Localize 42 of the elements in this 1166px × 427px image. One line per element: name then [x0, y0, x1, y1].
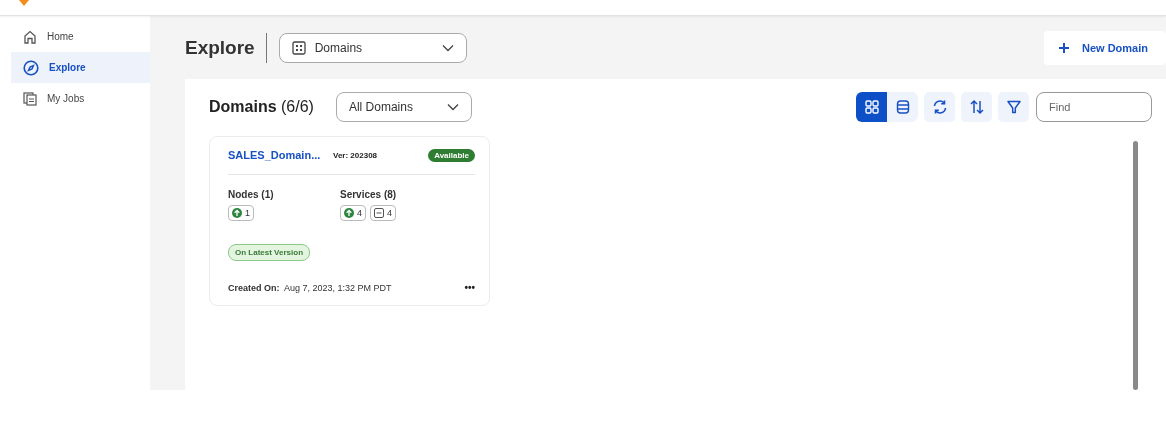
documents-icon [23, 91, 37, 106]
version-label: Ver: 202308 [333, 150, 379, 160]
status-badge: Available [428, 148, 475, 162]
scrollbar[interactable] [1133, 141, 1138, 390]
plus-icon [1059, 43, 1069, 53]
new-domain-button[interactable]: New Domain [1044, 31, 1166, 65]
minus-box-icon [374, 208, 384, 218]
grid-view-button[interactable] [856, 92, 887, 122]
domain-type-dropdown[interactable]: Domains [278, 33, 467, 63]
page-title: Explore [185, 37, 255, 59]
filter-button[interactable] [998, 92, 1029, 122]
chevron-down-icon [441, 44, 454, 52]
status-count-chip: 4 [340, 205, 366, 221]
status-count-chip: 1 [228, 205, 254, 221]
sort-button[interactable] [961, 92, 992, 122]
panel-title: Domains (6/6) [209, 98, 314, 116]
grid-icon [291, 41, 306, 55]
domain-name-link[interactable]: SALES_Domain... [228, 149, 333, 161]
refresh-icon [931, 99, 948, 115]
sidebar-item[interactable]: My Jobs [11, 83, 150, 114]
chevron-down-icon [446, 103, 459, 111]
sidebar-item[interactable]: Home [11, 21, 150, 52]
status-count-chip: 4 [370, 205, 397, 221]
list-icon [895, 100, 910, 114]
domain-filter-dropdown[interactable]: All Domains [335, 92, 472, 122]
grid-icon [864, 100, 879, 114]
home-icon [23, 29, 37, 44]
count-label: Services (8) [340, 189, 398, 200]
arrow-up-icon [232, 208, 242, 218]
arrow-up-icon [344, 208, 354, 218]
filter-icon [1005, 99, 1022, 115]
more-options-button[interactable]: ••• [464, 282, 475, 293]
sidebar-item[interactable]: Explore [11, 52, 150, 83]
sort-icon [968, 99, 985, 115]
created-date: Created On: Aug 7, 2023, 1:32 PM PDT [228, 282, 393, 293]
list-view-button[interactable] [887, 92, 918, 122]
refresh-button[interactable] [924, 92, 955, 122]
compass-icon [23, 59, 39, 76]
version-status-tag: On Latest Version [228, 244, 311, 261]
count-label: Nodes (1) [228, 189, 275, 200]
logo-icon [19, 0, 29, 6]
search-field[interactable]: Find [1036, 92, 1152, 122]
